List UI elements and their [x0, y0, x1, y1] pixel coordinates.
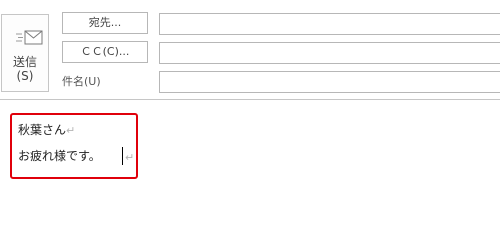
cc-button[interactable]: ＣＣ(C)...: [62, 41, 148, 63]
to-button[interactable]: 宛先...: [62, 12, 148, 34]
send-button[interactable]: 送信 (S): [1, 14, 49, 92]
paragraph-mark-icon: ↵: [125, 151, 135, 164]
body-line-1: 秋葉さん↵: [18, 122, 75, 139]
subject-field[interactable]: [159, 71, 500, 93]
cc-field[interactable]: [159, 42, 500, 64]
to-field[interactable]: [159, 13, 500, 35]
compose-header: 送信 (S) 宛先... ＣＣ(C)... 件名(U): [0, 0, 500, 99]
paragraph-mark-icon: ↵: [66, 124, 76, 137]
salutation-text: お疲れ様です。: [18, 149, 101, 163]
greeting-text: 秋葉さん: [18, 123, 67, 137]
send-envelope-icon: [16, 30, 43, 45]
send-label: 送信 (S): [12, 55, 37, 83]
text-cursor: [122, 147, 123, 165]
body-line-2: お疲れ様です。: [18, 148, 101, 164]
subject-label: 件名(U): [62, 75, 101, 88]
